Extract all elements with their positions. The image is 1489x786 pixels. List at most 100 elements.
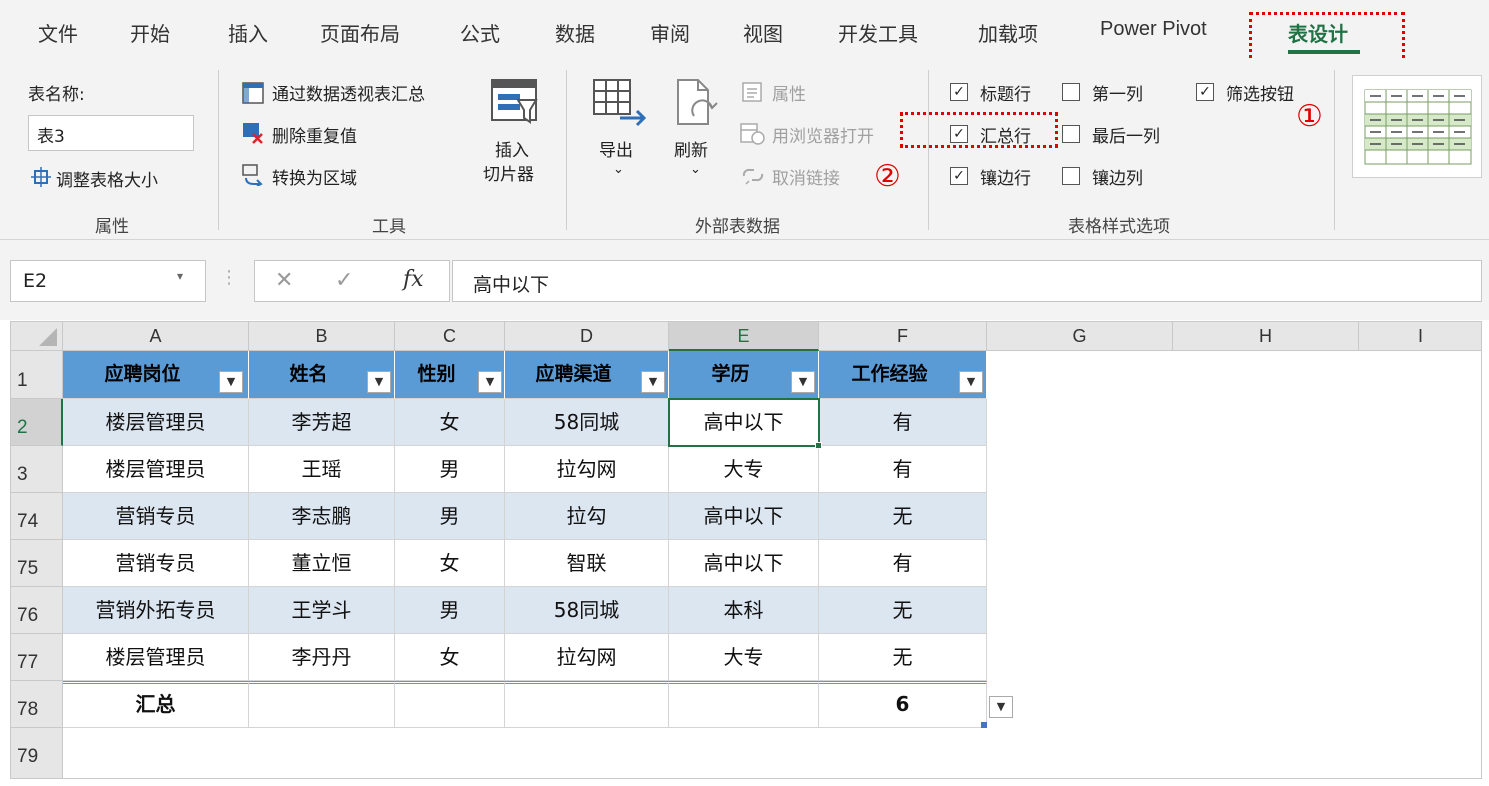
filter-dropdown-icon[interactable]: ▼	[641, 371, 665, 393]
table-cell[interactable]: 李志鹏	[249, 493, 395, 540]
fill-handle[interactable]	[815, 442, 822, 449]
worksheet-grid[interactable]: A B C D E F G H I 1 2 3 74 75 76 77 78 7…	[10, 321, 1482, 779]
table-cell[interactable]: 男	[395, 446, 505, 493]
row-header-74[interactable]: 74	[11, 493, 63, 540]
pivot-summary-button[interactable]: 通过数据透视表汇总	[272, 80, 425, 105]
name-box-dropdown-icon[interactable]: ▾	[177, 269, 183, 283]
table-cell[interactable]: 营销外拓专员	[63, 587, 249, 634]
banded-rows-checkbox[interactable]: ✓	[950, 167, 968, 185]
table-cell[interactable]: 无	[819, 493, 987, 540]
total-function-dropdown-icon[interactable]: ▼	[989, 696, 1013, 718]
table-cell[interactable]: 女	[395, 540, 505, 587]
row-header-79[interactable]: 79	[11, 728, 63, 778]
export-button[interactable]: 导出	[599, 136, 633, 161]
banded-columns-checkbox[interactable]	[1062, 167, 1080, 185]
table-cell[interactable]: 58同城	[505, 587, 669, 634]
remove-duplicates-button[interactable]: 删除重复值	[272, 122, 357, 147]
total-row-count-cell[interactable]: 6	[819, 681, 987, 728]
formula-input[interactable]: 高中以下	[452, 260, 1482, 302]
table-cell[interactable]: 高中以下	[669, 540, 819, 587]
table-cell[interactable]: 女	[395, 634, 505, 681]
first-column-checkbox[interactable]	[1062, 83, 1080, 101]
column-header-g[interactable]: G	[987, 322, 1173, 351]
row-header-3[interactable]: 3	[11, 446, 63, 493]
table-cell[interactable]: 女	[395, 399, 505, 446]
column-header-h[interactable]: H	[1173, 322, 1359, 351]
last-column-checkbox[interactable]	[1062, 125, 1080, 143]
total-row-cell[interactable]	[669, 681, 819, 728]
table-cell[interactable]: 拉勾网	[505, 446, 669, 493]
table-cell[interactable]: 高中以下	[669, 493, 819, 540]
column-header-b[interactable]: B	[249, 322, 395, 351]
refresh-button[interactable]: 刷新	[674, 136, 708, 161]
table-cell[interactable]: 有	[819, 446, 987, 493]
tab-page-layout[interactable]: 页面布局	[320, 18, 400, 47]
row-header-76[interactable]: 76	[11, 587, 63, 634]
formula-bar-grip-icon[interactable]: ⋮	[220, 267, 238, 288]
column-header-a[interactable]: A	[63, 322, 249, 351]
column-header-e[interactable]: E	[669, 322, 819, 351]
tab-power-pivot[interactable]: Power Pivot	[1100, 18, 1207, 41]
total-row-cell[interactable]	[505, 681, 669, 728]
table-cell[interactable]: 拉勾网	[505, 634, 669, 681]
table-resize-handle[interactable]	[981, 722, 987, 728]
column-header-c[interactable]: C	[395, 322, 505, 351]
convert-to-range-button[interactable]: 转换为区域	[272, 164, 357, 189]
table-styles-gallery[interactable]	[1352, 75, 1482, 178]
table-cell[interactable]: 李丹丹	[249, 634, 395, 681]
table-cell[interactable]: 无	[819, 634, 987, 681]
table-cell[interactable]: 本科	[669, 587, 819, 634]
table-cell[interactable]: 李芳超	[249, 399, 395, 446]
table-cell[interactable]: 营销专员	[63, 540, 249, 587]
tab-developer[interactable]: 开发工具	[838, 18, 918, 47]
export-dropdown-icon[interactable]: ⌄	[613, 162, 624, 177]
table-cell[interactable]: 楼层管理员	[63, 446, 249, 493]
enter-icon[interactable]: ✓	[335, 268, 353, 293]
table-cell[interactable]: 王瑶	[249, 446, 395, 493]
refresh-dropdown-icon[interactable]: ⌄	[690, 162, 701, 177]
table-cell[interactable]: 董立恒	[249, 540, 395, 587]
filter-dropdown-icon[interactable]: ▼	[367, 371, 391, 393]
filter-dropdown-icon[interactable]: ▼	[959, 371, 983, 393]
filter-dropdown-icon[interactable]: ▼	[478, 371, 502, 393]
row-header-77[interactable]: 77	[11, 634, 63, 681]
table-cell[interactable]: 楼层管理员	[63, 399, 249, 446]
table-cell[interactable]: 58同城	[505, 399, 669, 446]
column-header-d[interactable]: D	[505, 322, 669, 351]
select-all-corner[interactable]	[11, 322, 63, 351]
tab-home[interactable]: 开始	[130, 18, 170, 47]
table-cell[interactable]: 王学斗	[249, 587, 395, 634]
tab-add-ins[interactable]: 加载项	[978, 18, 1038, 47]
tab-formulas[interactable]: 公式	[460, 18, 500, 47]
filter-dropdown-icon[interactable]: ▼	[791, 371, 815, 393]
table-cell[interactable]: 大专	[669, 446, 819, 493]
row-header-75[interactable]: 75	[11, 540, 63, 587]
insert-function-icon[interactable]: fx	[403, 267, 424, 292]
tab-view[interactable]: 视图	[743, 18, 783, 47]
tab-review[interactable]: 审阅	[650, 18, 690, 47]
table-cell[interactable]: 拉勾	[505, 493, 669, 540]
table-cell[interactable]: 无	[819, 587, 987, 634]
total-row-cell[interactable]	[395, 681, 505, 728]
tab-file[interactable]: 文件	[38, 18, 78, 47]
resize-table-button[interactable]: 调整表格大小	[56, 166, 158, 191]
header-row-checkbox[interactable]: ✓	[950, 83, 968, 101]
table-cell[interactable]: 楼层管理员	[63, 634, 249, 681]
row-header-78[interactable]: 78	[11, 681, 63, 728]
unlink-button[interactable]: 取消链接	[772, 164, 840, 189]
total-row-label-cell[interactable]: 汇总	[63, 681, 249, 728]
properties-button[interactable]: 属性	[772, 80, 806, 105]
table-cell[interactable]: 有	[819, 540, 987, 587]
table-cell[interactable]: 智联	[505, 540, 669, 587]
table-name-input[interactable]: 表3	[28, 115, 194, 151]
insert-slicer-button[interactable]: 插入	[495, 136, 529, 161]
open-in-browser-button[interactable]: 用浏览器打开	[772, 122, 874, 147]
filter-button-checkbox[interactable]: ✓	[1196, 83, 1214, 101]
table-cell[interactable]: 大专	[669, 634, 819, 681]
row-header-2[interactable]: 2	[11, 399, 63, 446]
column-header-i[interactable]: I	[1359, 322, 1481, 351]
table-cell[interactable]: 有	[819, 399, 987, 446]
tab-data[interactable]: 数据	[555, 18, 595, 47]
table-cell[interactable]: 营销专员	[63, 493, 249, 540]
column-header-f[interactable]: F	[819, 322, 987, 351]
